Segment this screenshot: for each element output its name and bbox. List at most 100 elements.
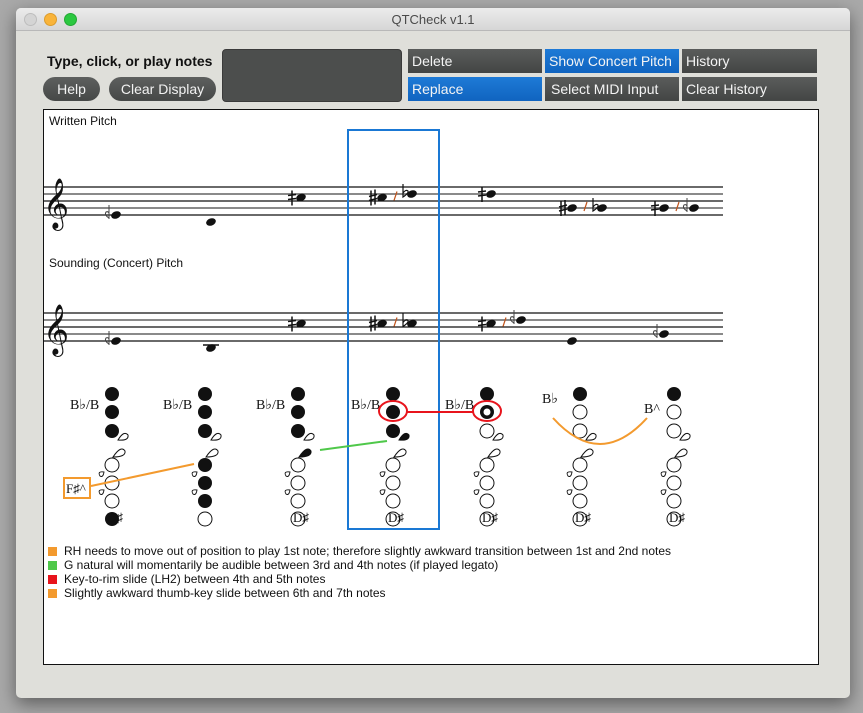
d-sharp-key-label: D♯	[669, 510, 685, 525]
written-notehead-alt	[689, 204, 699, 212]
written-notehead	[111, 211, 121, 219]
orange-thumb-arc	[552, 417, 648, 445]
d-sharp-key-label: D♯	[388, 510, 404, 525]
open-hole	[572, 475, 588, 491]
thumb-key-label: B♭/B	[351, 398, 380, 413]
fingering-diagram: B♭/B D♯ F♯^	[63, 387, 129, 526]
open-hole	[479, 423, 495, 439]
lh-trill-key	[674, 448, 688, 458]
sounding-natural-icon	[509, 310, 515, 324]
legend-text: Key-to-rim slide (LH2) between 4th and 5…	[64, 572, 326, 586]
lh-key	[398, 432, 410, 441]
open-hole	[385, 493, 401, 509]
legend-text: G natural will momentarily be audible be…	[64, 558, 499, 572]
legend-text: Slightly awkward thumb-key slide between…	[64, 586, 386, 600]
closed-hole	[198, 405, 212, 419]
open-hole	[666, 493, 682, 509]
input-prompt: Type, click, or play notes	[47, 53, 213, 69]
thumb-key-label: B^	[644, 402, 660, 417]
written-notehead	[567, 204, 577, 212]
rh-key	[98, 471, 105, 477]
closed-hole	[573, 387, 587, 401]
open-hole	[666, 404, 682, 420]
green-transition-line	[319, 440, 388, 451]
thumb-key-label: B♭/B	[256, 398, 285, 413]
lh-trill-key	[205, 448, 219, 458]
closed-hole	[105, 387, 119, 401]
rh-key	[473, 471, 480, 477]
replace-button[interactable]: Replace	[408, 77, 542, 101]
window-title: QTCheck v1.1	[391, 12, 475, 27]
closed-hole	[105, 405, 119, 419]
d-sharp-key-label: D♯	[293, 510, 309, 525]
history-button[interactable]: History	[682, 49, 817, 73]
delete-button[interactable]: Delete	[408, 49, 542, 73]
lh-key	[585, 432, 597, 441]
clear-history-button[interactable]: Clear History	[682, 77, 817, 101]
f-sharp-key-label: F♯^	[66, 481, 86, 496]
closed-hole	[480, 387, 494, 401]
show-concert-pitch-button[interactable]: Show Concert Pitch	[545, 49, 679, 73]
rh-key	[284, 471, 291, 477]
open-hole	[479, 457, 495, 473]
sounding-sharp-icon	[368, 315, 378, 332]
written-enharmonic-slash	[675, 201, 680, 212]
lh-key	[679, 432, 691, 441]
select-midi-input-button[interactable]: Select MIDI Input	[545, 77, 679, 101]
closed-hole	[198, 494, 212, 508]
help-button[interactable]: Help	[43, 77, 100, 101]
lh-trill-key	[580, 448, 594, 458]
fingering-diagram: B^ D♯	[644, 387, 691, 527]
sounding-quarter-sharp-icon	[287, 316, 297, 332]
score-canvas[interactable]: Written Pitch Sounding (Concert) Pitch 𝄞…	[43, 109, 819, 665]
sounding-notehead-alt	[516, 316, 526, 324]
thumb-key-label: B♭	[542, 392, 558, 407]
lh-key	[492, 432, 504, 441]
half-hole-center	[483, 408, 491, 416]
legend-text: RH needs to move out of position to play…	[64, 544, 672, 558]
written-notehead	[486, 190, 496, 198]
open-hole	[666, 475, 682, 491]
closed-hole	[198, 387, 212, 401]
sounding-notehead	[567, 337, 577, 345]
written-quarter-sharp-icon	[287, 190, 297, 206]
closed-hole	[291, 405, 305, 419]
d-sharp-key-label: D♯	[575, 510, 591, 525]
open-hole	[666, 457, 682, 473]
open-hole	[290, 457, 306, 473]
rh-key	[284, 489, 291, 495]
thumb-key-label: B♭/B	[70, 398, 99, 413]
legend-item: Key-to-rim slide (LH2) between 4th and 5…	[48, 572, 325, 586]
lh-key	[210, 432, 222, 441]
open-hole	[572, 457, 588, 473]
rh-key	[566, 471, 573, 477]
thumb-key-label: B♭/B	[163, 398, 192, 413]
rh-key	[473, 489, 480, 495]
d-sharp-key-label: D♯	[482, 510, 498, 525]
open-hole	[290, 493, 306, 509]
sounding-natural-icon	[652, 324, 658, 338]
lh-trill-key	[112, 448, 126, 458]
lh-key	[303, 432, 315, 441]
rh-key	[191, 489, 198, 495]
written-treble-clef-icon: 𝄞	[44, 179, 69, 231]
legend-color-swatch	[48, 589, 57, 598]
note-input-display[interactable]	[222, 49, 402, 102]
closed-hole	[291, 424, 305, 438]
sounding-notehead	[111, 337, 121, 345]
written-sharp-icon	[368, 189, 378, 206]
d-sharp-key-label: D♯	[107, 510, 123, 525]
legend-color-swatch	[48, 575, 57, 584]
rh-key	[660, 489, 667, 495]
closed-hole	[198, 424, 212, 438]
clear-display-button[interactable]: Clear Display	[109, 77, 216, 101]
written-notehead	[659, 204, 669, 212]
lh-trill-key	[487, 448, 501, 458]
open-hole	[572, 404, 588, 420]
closed-hole	[667, 387, 681, 401]
closed-hole	[386, 405, 400, 419]
open-hole	[290, 475, 306, 491]
fingering-diagram: B♭ D♯	[542, 387, 597, 527]
legend-color-swatch	[48, 561, 57, 570]
rh-key	[660, 471, 667, 477]
